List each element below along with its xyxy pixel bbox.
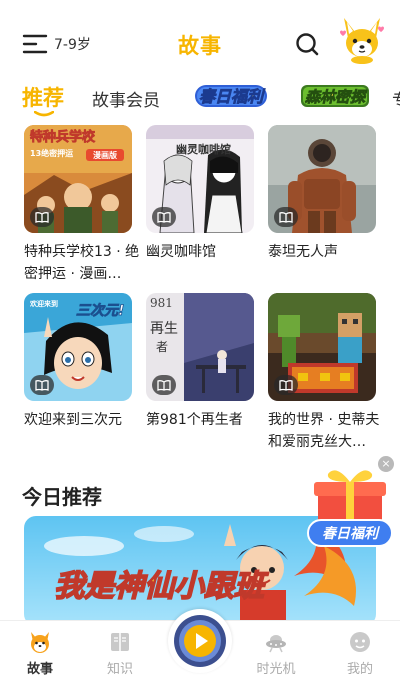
tab-forest-detective[interactable]: 森林密探 <box>299 82 371 110</box>
story-cover: 欢迎来到 三次元! <box>24 293 132 401</box>
nav-item-knowledge[interactable]: 知识 <box>90 621 150 681</box>
svg-text:981: 981 <box>150 296 173 310</box>
story-card[interactable]: 981 再生 者 第981个再生者 <box>146 293 254 431</box>
promo-label: 春日福利 <box>322 525 381 542</box>
story-title: 幽灵咖啡馆 <box>146 244 216 260</box>
tab-story-member[interactable]: 故事会员 <box>92 86 160 111</box>
search-icon[interactable] <box>294 31 320 57</box>
close-icon[interactable]: × <box>378 456 394 472</box>
story-title: 特种兵学校13 · 绝密押运 · 漫画… <box>24 244 140 282</box>
section-title-today: 今日推荐 <box>22 485 102 509</box>
svg-text:特种兵学校: 特种兵学校 <box>30 129 96 145</box>
svg-text:欢迎来到: 欢迎来到 <box>29 299 58 308</box>
tab-forest-label: 森林密探 <box>305 88 368 106</box>
tab-spring-welfare[interactable]: 春日福利 <box>193 82 269 110</box>
svg-text:再生: 再生 <box>150 321 178 337</box>
story-cover <box>268 125 376 233</box>
player-icon <box>174 615 226 667</box>
nav-item-profile[interactable]: 我的 <box>330 621 390 681</box>
profile-icon <box>350 632 370 652</box>
top-bar: 7-9岁 故事 <box>0 0 400 80</box>
tab-overflow[interactable]: 专 <box>392 86 400 111</box>
nav-label: 知识 <box>106 662 133 677</box>
nav-label: 时光机 <box>256 662 296 677</box>
category-tabs: 推荐 故事会员 春日福利 森林密探 专 <box>0 80 400 120</box>
fox-icon <box>31 632 49 653</box>
nav-label: 我的 <box>346 662 373 677</box>
story-cover: 特种兵学校 13绝密押运 漫画版 <box>24 125 132 233</box>
nav-item-time-machine[interactable]: 时光机 <box>246 621 306 681</box>
book-icon <box>274 375 298 395</box>
story-cover: 981 再生 者 <box>146 293 254 401</box>
story-card[interactable]: 幽灵咖啡馆 幽灵咖啡馆 <box>146 125 254 263</box>
svg-text:漫画版: 漫画版 <box>93 150 117 160</box>
book-icon <box>30 207 54 227</box>
book-icon <box>152 207 176 227</box>
story-title: 第981个再生者 <box>146 412 243 428</box>
story-title: 泰坦无人声 <box>268 244 338 260</box>
tab-spring-label: 春日福利 <box>199 87 266 106</box>
story-card[interactable]: 我的世界 · 史蒂夫和爱丽克丝大… <box>268 293 379 453</box>
story-title: 欢迎来到三次元 <box>24 412 122 428</box>
promo-gift-icon[interactable]: 春日福利 <box>306 460 394 552</box>
svg-text:三次元!: 三次元! <box>76 302 124 319</box>
story-card[interactable]: 泰坦无人声 <box>268 125 376 263</box>
ufo-icon <box>266 635 286 653</box>
nav-label: 故事 <box>26 662 53 677</box>
svg-text:幽灵咖啡馆: 幽灵咖啡馆 <box>176 142 231 156</box>
svg-text:13绝密押运: 13绝密押运 <box>30 148 73 158</box>
book-icon <box>152 375 176 395</box>
story-card[interactable]: 特种兵学校 13绝密押运 漫画版 特种兵学校13 · 绝密押运 · 漫画… <box>24 125 139 285</box>
story-card[interactable]: 欢迎来到 三次元! 欢迎来到三次元 <box>24 293 132 431</box>
tab-recommend[interactable]: 推荐 <box>22 82 64 112</box>
book-icon <box>111 633 129 651</box>
nav-item-story[interactable]: 故事 <box>10 621 70 681</box>
banner-title: 我是神仙小跟班 <box>54 569 269 604</box>
story-cover: 幽灵咖啡馆 <box>146 125 254 233</box>
story-title: 我的世界 · 史蒂夫和爱丽克丝大… <box>268 412 380 450</box>
story-cover <box>268 293 376 401</box>
tab-active-indicator <box>34 111 54 117</box>
svg-text:者: 者 <box>156 340 168 354</box>
book-icon <box>30 375 54 395</box>
player-button[interactable] <box>168 609 232 673</box>
book-icon <box>274 207 298 227</box>
mascot-avatar-icon[interactable] <box>338 14 386 64</box>
